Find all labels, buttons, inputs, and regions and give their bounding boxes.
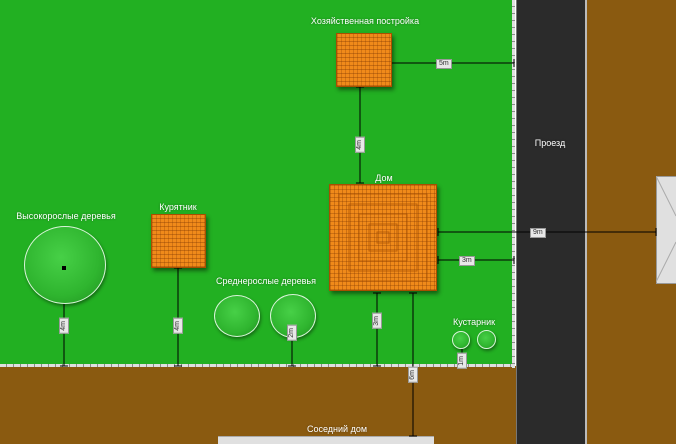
shrubs-label: Кустарник	[452, 317, 496, 327]
dim-house-neighbor-building: 9m	[530, 228, 546, 238]
dim-coop-fence: 4m	[173, 318, 183, 334]
medium-trees-label: Среднерослые деревья	[216, 276, 316, 286]
site-plan: Хозяйственная постройка Дом Курятник Выс…	[0, 0, 676, 444]
driveway-label: Проезд	[534, 138, 566, 148]
tall-tree-center	[62, 266, 66, 270]
tall-tree[interactable]	[24, 226, 106, 304]
shrub-1[interactable]	[452, 331, 470, 349]
medium-tree-1[interactable]	[214, 295, 260, 337]
chicken-coop-label: Курятник	[159, 202, 197, 212]
outbuilding[interactable]	[336, 33, 392, 87]
dim-house-road: 3m	[459, 256, 475, 266]
shrub-2[interactable]	[477, 330, 496, 349]
dim-medium-tree-fence: 2m	[287, 325, 297, 341]
dim-tall-tree-fence: 4m	[59, 318, 69, 334]
chicken-coop[interactable]	[151, 214, 206, 268]
neighbor-house-label: Соседний дом	[306, 424, 368, 434]
house-label: Дом	[375, 173, 393, 183]
dim-outbuilding-road: 5m	[436, 59, 452, 69]
outbuilding-label: Хозяйственная постройка	[310, 16, 420, 26]
dim-house-neighbor-house: 6m	[408, 367, 418, 383]
dim-shrub-fence: 1m	[457, 353, 467, 369]
tall-trees-label: Высокорослые деревья	[16, 211, 116, 221]
house-roof-pattern	[338, 193, 428, 282]
dim-outbuilding-house: 4m	[355, 137, 365, 153]
dim-house-fence: 3m	[372, 313, 382, 329]
